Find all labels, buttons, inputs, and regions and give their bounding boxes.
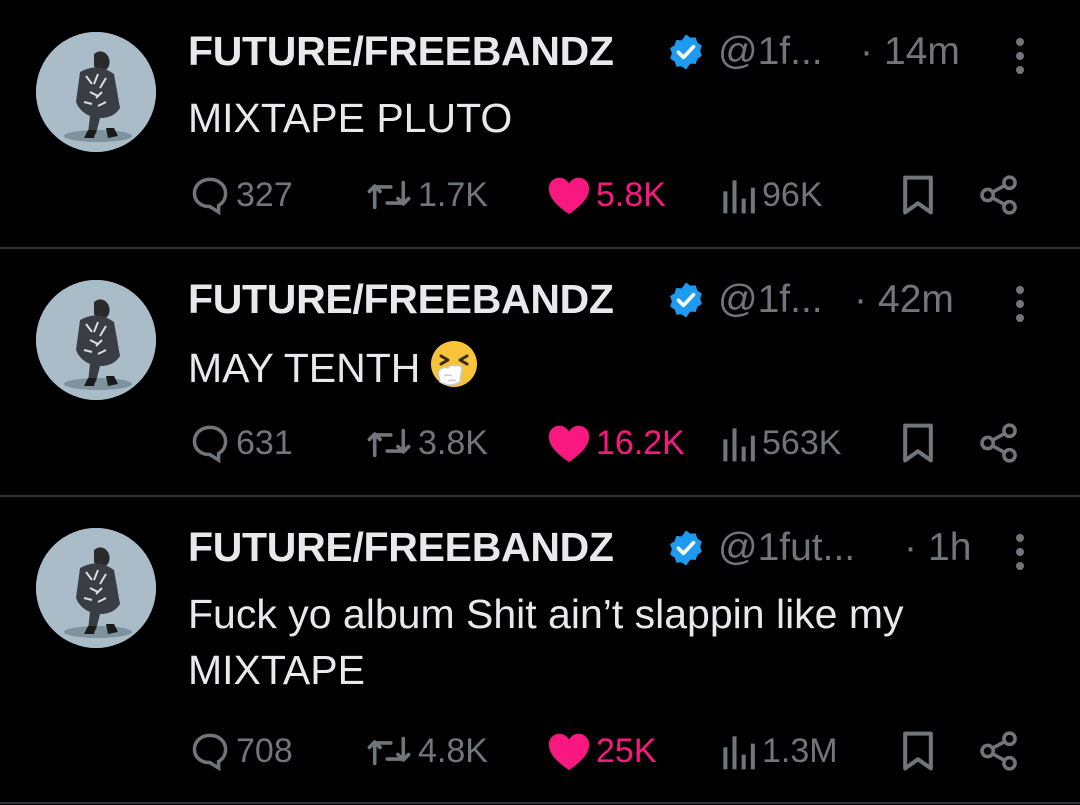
author-name[interactable]: FUTURE/FREEBANDZ bbox=[188, 28, 614, 75]
like-count: 5.8K bbox=[596, 175, 666, 214]
views-button[interactable]: 96K bbox=[718, 170, 823, 220]
tweet-header: FUTURE/FREEBANDZ @1fut... · 1h bbox=[188, 524, 1048, 574]
heart-icon bbox=[548, 425, 590, 463]
avatar-photo bbox=[36, 528, 156, 648]
reply-button[interactable]: 631 bbox=[188, 418, 293, 468]
tweet-text-content: MAY TENTH bbox=[188, 345, 421, 391]
repost-icon bbox=[367, 180, 411, 210]
tweet[interactable]: FUTURE/FREEBANDZ @1fut... · 1h Fuck yo a… bbox=[0, 496, 1080, 805]
views-button[interactable]: 563K bbox=[718, 418, 841, 468]
reply-icon bbox=[192, 733, 228, 772]
like-count: 16.2K bbox=[596, 423, 685, 462]
reply-icon bbox=[192, 177, 228, 216]
avatar[interactable] bbox=[36, 280, 156, 400]
bookmark-icon bbox=[903, 731, 933, 771]
reply-count: 631 bbox=[236, 423, 293, 462]
more-vertical-icon[interactable] bbox=[1008, 36, 1032, 76]
separator-dot: · bbox=[854, 278, 867, 321]
more-vertical-icon[interactable] bbox=[1008, 532, 1032, 572]
verified-badge-icon bbox=[670, 530, 702, 566]
heart-icon bbox=[548, 733, 590, 771]
share-icon bbox=[980, 731, 1017, 771]
separator-dot: · bbox=[904, 526, 917, 569]
tweet-header: FUTURE/FREEBANDZ @1f... · 14m bbox=[188, 28, 1048, 78]
tweet-text: Fuck yo album Shit ain’t slappin like my… bbox=[188, 586, 1008, 698]
like-button[interactable]: 25K bbox=[546, 726, 657, 776]
timestamp[interactable]: 1h bbox=[928, 526, 971, 570]
like-count: 25K bbox=[596, 731, 657, 770]
avatar[interactable] bbox=[36, 32, 156, 152]
views-button[interactable]: 1.3M bbox=[718, 726, 838, 776]
more-vertical-icon[interactable] bbox=[1008, 284, 1032, 324]
views-icon bbox=[723, 180, 755, 214]
bookmark-button[interactable] bbox=[898, 726, 938, 776]
tweet-text-content: MIXTAPE PLUTO bbox=[188, 95, 513, 141]
repost-icon bbox=[367, 428, 411, 458]
views-count: 1.3M bbox=[762, 731, 838, 770]
verified-badge-icon bbox=[670, 282, 702, 318]
author-handle[interactable]: @1f... bbox=[718, 278, 823, 322]
tweet-actions: 327 1.7K 5.8K 96K bbox=[188, 170, 1048, 220]
reply-icon bbox=[192, 425, 228, 464]
timestamp[interactable]: 42m bbox=[878, 278, 954, 322]
repost-icon bbox=[367, 736, 411, 766]
tweet-header: FUTURE/FREEBANDZ @1f... · 42m bbox=[188, 276, 1048, 326]
tweet[interactable]: FUTURE/FREEBANDZ @1f... · 42m MAY TENTH bbox=[0, 248, 1080, 496]
tweet-actions: 631 3.8K 16.2K 563K bbox=[188, 418, 1048, 468]
sneezing-face-emoji bbox=[431, 341, 478, 387]
reply-count: 327 bbox=[236, 175, 293, 214]
reply-count: 708 bbox=[236, 731, 293, 770]
bookmark-button[interactable] bbox=[898, 418, 938, 468]
bookmark-icon bbox=[903, 423, 933, 463]
views-icon bbox=[723, 428, 755, 462]
verified-badge-icon bbox=[670, 34, 702, 70]
avatar-photo bbox=[36, 32, 156, 152]
author-name[interactable]: FUTURE/FREEBANDZ bbox=[188, 524, 614, 571]
divider bbox=[0, 802, 1080, 804]
avatar-photo bbox=[36, 280, 156, 400]
tweet-text-content: Fuck yo album Shit ain’t slappin like my… bbox=[188, 591, 904, 693]
repost-count: 4.8K bbox=[418, 731, 488, 770]
like-button[interactable]: 5.8K bbox=[546, 170, 666, 220]
repost-count: 3.8K bbox=[418, 423, 488, 462]
bookmark-button[interactable] bbox=[898, 170, 938, 220]
timestamp[interactable]: 14m bbox=[884, 30, 960, 74]
share-icon bbox=[980, 175, 1017, 215]
separator-dot: · bbox=[860, 30, 873, 73]
repost-button[interactable]: 1.7K bbox=[364, 170, 488, 220]
share-button[interactable] bbox=[978, 418, 1020, 468]
views-count: 96K bbox=[762, 175, 823, 214]
tweet-actions: 708 4.8K 25K 1.3M bbox=[188, 726, 1048, 776]
heart-icon bbox=[548, 177, 590, 215]
share-button[interactable] bbox=[978, 726, 1020, 776]
tweet[interactable]: FUTURE/FREEBANDZ @1f... · 14m MIXTAPE PL… bbox=[0, 0, 1080, 248]
views-icon bbox=[723, 736, 755, 770]
like-button[interactable]: 16.2K bbox=[546, 418, 685, 468]
timeline-feed: FUTURE/FREEBANDZ @1f... · 14m MIXTAPE PL… bbox=[0, 0, 1080, 805]
avatar[interactable] bbox=[36, 528, 156, 648]
repost-button[interactable]: 4.8K bbox=[364, 726, 488, 776]
tweet-text: MAY TENTH bbox=[188, 338, 1028, 396]
tweet-text: MIXTAPE PLUTO bbox=[188, 90, 1028, 146]
repost-button[interactable]: 3.8K bbox=[364, 418, 488, 468]
author-handle[interactable]: @1f... bbox=[718, 30, 823, 74]
repost-count: 1.7K bbox=[418, 175, 488, 214]
reply-button[interactable]: 708 bbox=[188, 726, 293, 776]
share-icon bbox=[980, 423, 1017, 463]
bookmark-icon bbox=[903, 175, 933, 215]
views-count: 563K bbox=[762, 423, 842, 462]
share-button[interactable] bbox=[978, 170, 1020, 220]
author-name[interactable]: FUTURE/FREEBANDZ bbox=[188, 276, 614, 323]
reply-button[interactable]: 327 bbox=[188, 170, 293, 220]
author-handle[interactable]: @1fut... bbox=[718, 526, 855, 570]
